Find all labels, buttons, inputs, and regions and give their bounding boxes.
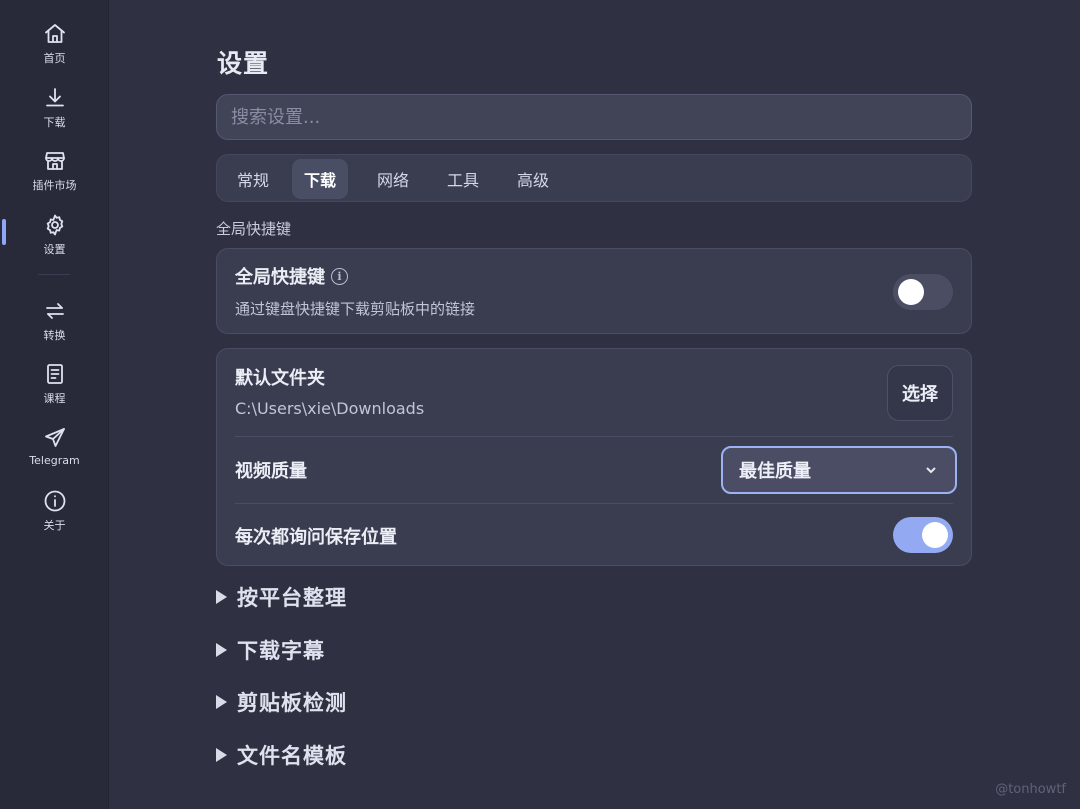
sidebar-item-courses[interactable]: 课程	[0, 362, 109, 418]
triangle-right-icon	[216, 748, 227, 762]
collapse-filename-template[interactable]: 文件名模板	[216, 740, 347, 770]
collapse-clipboard-detection[interactable]: 剪贴板检测	[216, 687, 347, 717]
row-divider	[235, 436, 953, 437]
sidebar-item-label: 下载	[43, 116, 66, 129]
tab-label: 下载	[304, 171, 337, 190]
collapse-label: 剪贴板检测	[237, 691, 347, 715]
tab-label: 工具	[447, 171, 480, 190]
sidebar-item-settings[interactable]: 设置	[0, 213, 109, 269]
sidebar-item-label: Telegram	[29, 454, 80, 467]
hotkey-title-row: 全局快捷键 i	[235, 263, 348, 289]
tab-advanced[interactable]: 高级	[505, 159, 561, 199]
choose-folder-button[interactable]: 选择	[887, 365, 953, 421]
watermark: @tonhowtf	[995, 782, 1066, 797]
row-divider	[235, 503, 953, 504]
sidebar-item-download[interactable]: 下载	[0, 86, 109, 142]
arrows-swap-icon	[45, 303, 64, 319]
toggle-knob	[898, 279, 924, 305]
sidebar-item-convert[interactable]: 转换	[0, 299, 109, 355]
gear-icon	[46, 214, 63, 236]
info-icon	[44, 490, 65, 512]
sidebar-divider	[38, 274, 70, 275]
triangle-right-icon	[216, 590, 227, 604]
hotkey-title: 全局快捷键	[235, 267, 325, 288]
sidebar-item-plugins[interactable]: 插件市场	[0, 149, 109, 205]
search-input[interactable]	[216, 94, 972, 140]
hotkey-description: 通过键盘快捷键下载剪贴板中的链接	[235, 300, 476, 318]
tab-network[interactable]: 网络	[365, 159, 421, 199]
page-title: 设置	[217, 49, 270, 78]
hotkey-card: 全局快捷键 i 通过键盘快捷键下载剪贴板中的链接	[216, 248, 972, 334]
ask-location-title: 每次都询问保存位置	[235, 527, 397, 548]
info-icon[interactable]: i	[331, 267, 348, 285]
toggle-knob	[922, 522, 948, 548]
sidebar-item-label: 转换	[43, 329, 66, 342]
sidebar-item-home[interactable]: 首页	[0, 22, 109, 78]
download-settings-card: 默认文件夹 C:\Users\xie\Downloads 选择 视频质量 最佳质…	[216, 348, 972, 566]
book-icon	[46, 364, 63, 384]
collapse-label: 按平台整理	[237, 586, 347, 610]
send-icon	[44, 428, 65, 447]
tab-bar: 常规 下载 网络 工具 高级	[216, 154, 972, 202]
sidebar-item-label: 设置	[43, 243, 66, 256]
tab-download[interactable]: 下载	[292, 159, 349, 199]
choose-folder-label: 选择	[902, 384, 938, 405]
collapse-download-subtitles[interactable]: 下载字幕	[216, 635, 325, 665]
app-window: 首页 下载 插件市场 设置 转换 课程 Telegram 关于 设置 搜索设置.…	[0, 0, 1080, 809]
ask-location-toggle[interactable]	[893, 517, 953, 553]
triangle-right-icon	[216, 695, 227, 709]
collapse-label: 文件名模板	[237, 744, 347, 768]
collapse-label: 下载字幕	[237, 639, 325, 663]
chevron-down-icon	[926, 467, 936, 474]
sidebar: 首页 下载 插件市场 设置 转换 课程 Telegram 关于	[0, 0, 109, 809]
sidebar-item-label: 插件市场	[32, 179, 77, 192]
store-icon	[44, 152, 65, 170]
sidebar-item-label: 关于	[43, 519, 66, 532]
download-icon	[45, 88, 64, 107]
collapse-organize-by-platform[interactable]: 按平台整理	[216, 582, 347, 612]
sidebar-item-telegram[interactable]: Telegram	[0, 426, 109, 482]
tab-label: 常规	[237, 171, 270, 190]
settings-main: 设置 常规 下载 网络 工具 高级 全局快捷键 全局快捷键 i	[109, 0, 1080, 809]
sidebar-item-label: 课程	[43, 392, 66, 405]
folder-path: C:\Users\xie\Downloads	[235, 399, 425, 418]
tab-label: 高级	[517, 171, 550, 190]
home-icon	[44, 24, 65, 43]
quality-select[interactable]: 最佳质量	[721, 446, 957, 494]
section-heading: 全局快捷键	[216, 220, 292, 238]
quality-select-value: 最佳质量	[739, 461, 811, 482]
quality-title: 视频质量	[235, 461, 307, 482]
hotkey-toggle[interactable]	[893, 274, 953, 310]
triangle-right-icon	[216, 643, 227, 657]
tab-label: 网络	[377, 171, 410, 190]
sidebar-item-label: 首页	[43, 52, 66, 65]
sidebar-item-about[interactable]: 关于	[0, 489, 109, 545]
folder-title: 默认文件夹	[235, 368, 325, 389]
tab-tools[interactable]: 工具	[435, 159, 491, 199]
tab-general[interactable]: 常规	[225, 159, 281, 199]
